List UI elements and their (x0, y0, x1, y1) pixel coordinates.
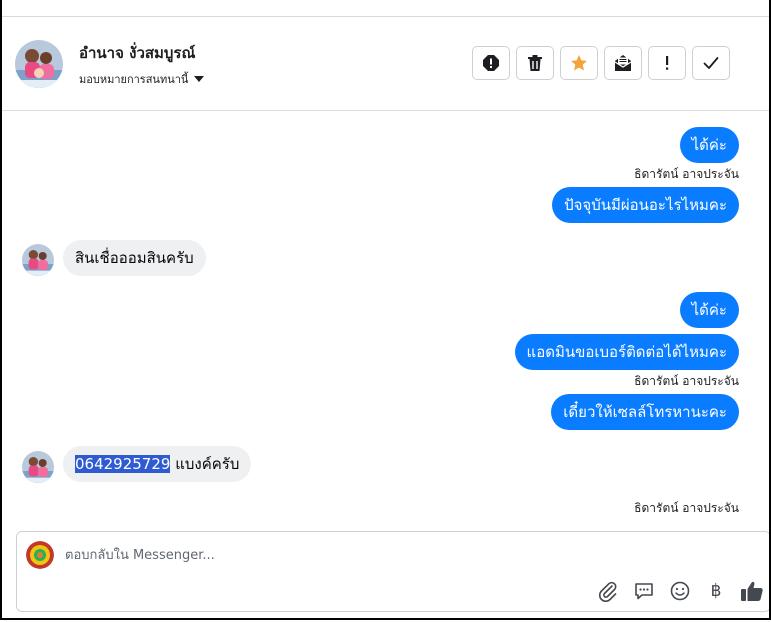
thumbs-up-icon (741, 581, 763, 601)
delete-button[interactable] (516, 46, 554, 80)
message-bubble-incoming[interactable]: สินเชื่อออมสินครับ (63, 240, 206, 276)
done-button[interactable] (692, 46, 730, 80)
star-icon (571, 55, 587, 71)
conversation-header: อำนาจ งั่วสมบูรณ์ มอบหมายการสนทนานี้ (2, 17, 769, 111)
alert-circle-icon (483, 55, 499, 71)
header-actions (472, 46, 730, 80)
mark-unread-button[interactable] (604, 46, 642, 80)
selected-phone-number[interactable]: 0642925729 (75, 455, 171, 473)
saved-replies-button[interactable] (631, 578, 657, 604)
like-button[interactable] (739, 578, 765, 604)
message-bubble-outgoing[interactable]: เดี๋ยวให้เซลล์โทรหานะคะ (551, 394, 739, 430)
trash-icon (528, 55, 542, 71)
reply-input[interactable] (65, 544, 665, 566)
payment-button[interactable]: ฿ (703, 578, 729, 604)
message-bubble-outgoing[interactable]: ปัจจุบันมีผ่อนอะไรไหมคะ (552, 187, 739, 223)
smiley-icon (670, 581, 690, 601)
assign-conversation-dropdown[interactable]: มอบหมายการสนทนานี้ (79, 70, 205, 88)
attach-button[interactable] (595, 578, 621, 604)
reply-composer: ฿ (16, 531, 769, 612)
conversation-panel: อำนาจ งั่วสมบูรณ์ มอบหมายการสนทนานี้ ได้… (0, 0, 771, 620)
sender-name: ธิดารัตน์ อาจประจัน (634, 501, 739, 515)
check-icon (703, 57, 719, 69)
message-text: แบงค์ครับ (170, 455, 240, 473)
speech-bubble-icon (635, 583, 653, 600)
sender-name: ธิดารัตน์ อาจประจัน (634, 167, 739, 181)
message-bubble-outgoing[interactable]: แอดมินขอเบอร์ติดต่อได้ไหมคะ (514, 334, 739, 370)
message-bubble-outgoing[interactable]: ได้ค่ะ (679, 292, 739, 328)
follow-up-button[interactable] (648, 46, 686, 80)
composer-tools: ฿ (595, 578, 765, 604)
baht-icon: ฿ (710, 581, 722, 601)
star-button[interactable] (560, 46, 598, 80)
caret-down-icon (194, 76, 205, 82)
exclamation-icon (666, 56, 669, 70)
sender-name: ธิดารัตน์ อาจประจัน (634, 374, 739, 388)
page-avatar (26, 541, 54, 569)
contact-name[interactable]: อำนาจ งั่วสมบูรณ์ (79, 41, 195, 65)
emoji-button[interactable] (667, 578, 693, 604)
assign-label: มอบหมายการสนทนานี้ (79, 73, 189, 86)
contact-avatar-small[interactable] (22, 244, 54, 276)
contact-avatar-small[interactable] (22, 451, 54, 483)
spam-button[interactable] (472, 46, 510, 80)
contact-avatar[interactable] (15, 40, 63, 88)
paperclip-icon (599, 581, 617, 602)
envelope-open-icon (614, 55, 632, 71)
message-bubble-outgoing[interactable]: ได้ค่ะ (679, 127, 739, 163)
message-bubble-incoming[interactable]: 0642925729 แบงค์ครับ (63, 446, 252, 482)
